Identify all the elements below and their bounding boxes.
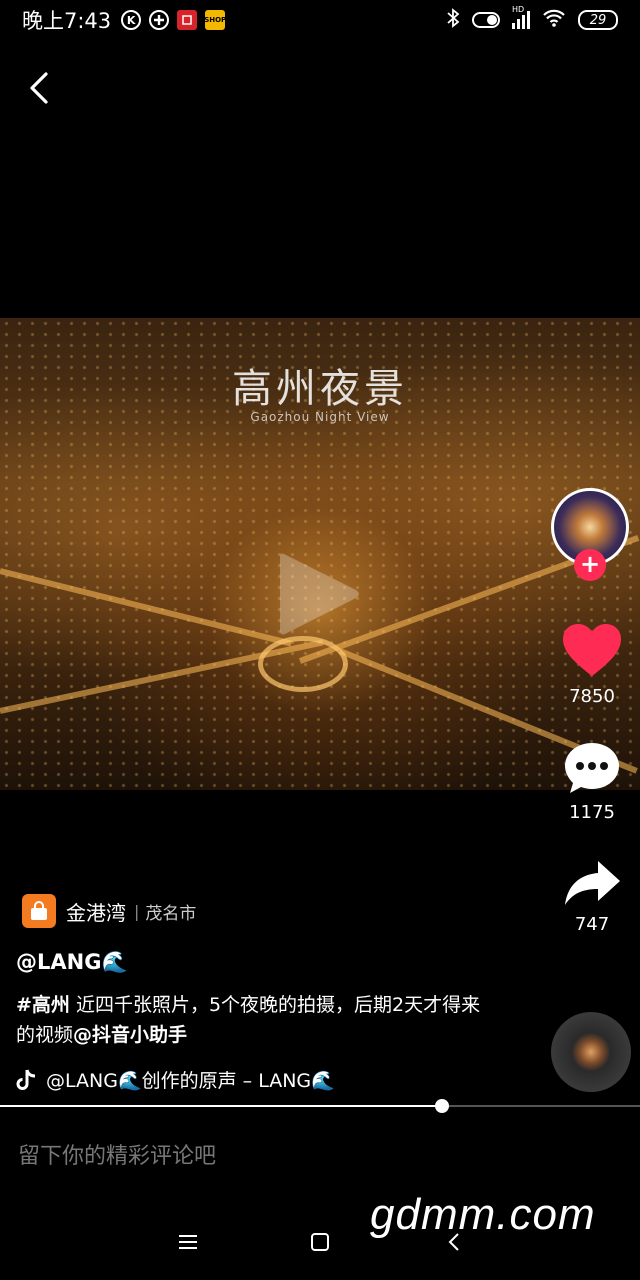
battery-indicator: 29 [578, 10, 618, 30]
home-button[interactable] [300, 1222, 340, 1262]
heart-icon [563, 624, 621, 676]
plus-circle-icon [149, 10, 170, 30]
music-info[interactable]: @LANG🌊创作的原声 – LANG🌊 [16, 1066, 335, 1093]
chevron-left-icon [30, 72, 48, 104]
location-name: 金港湾 [66, 900, 126, 925]
status-bar: 晚上7:43 K SHOP HD 29 [0, 0, 640, 40]
share-button[interactable]: 747 [552, 858, 632, 935]
share-count: 747 [574, 914, 610, 935]
progress-fill [0, 1105, 442, 1107]
k-icon: K [121, 10, 142, 30]
back-button[interactable] [22, 68, 58, 108]
follow-button[interactable]: + [574, 549, 606, 581]
video-subtitle: Gaozhou Night View [250, 410, 390, 424]
hd-label: HD [512, 5, 525, 14]
comment-bubble-icon [565, 743, 619, 793]
video-caption: #高州 近四千张照片，5个夜晚的拍摄，后期2天才得来的视频@抖音小助手 [16, 990, 486, 1050]
play-icon[interactable] [276, 548, 362, 640]
location-separator: | [134, 901, 140, 921]
nav-back-button[interactable] [434, 1222, 474, 1262]
hashtag-link[interactable]: #高州 [16, 994, 70, 1016]
music-title: @LANG🌊创作的原声 – LANG🌊 [46, 1070, 335, 1092]
shopping-bag-icon [22, 894, 56, 928]
mention-link[interactable]: @抖音小助手 [73, 1024, 187, 1046]
app-red-icon [177, 10, 198, 30]
bluetooth-icon [446, 7, 460, 33]
video-player[interactable]: 高州夜景 Gaozhou Night View [0, 318, 640, 790]
video-title: 高州夜景 [232, 366, 408, 412]
progress-knob[interactable] [434, 1099, 449, 1113]
share-arrow-icon [565, 861, 620, 905]
comment-input[interactable] [18, 1138, 618, 1174]
video-progress-bar[interactable] [0, 1099, 640, 1113]
like-button[interactable]: 7850 [552, 622, 632, 707]
tiktok-note-icon [16, 1069, 36, 1090]
location-tag[interactable]: 金港湾 | 茂名市 [22, 894, 196, 928]
chevron-left-icon [448, 1233, 459, 1251]
system-nav-bar [0, 1222, 640, 1262]
music-disc[interactable] [551, 1012, 631, 1092]
author-username[interactable]: @LANG🌊 [16, 950, 128, 975]
menu-button[interactable] [168, 1222, 208, 1262]
comment-count: 1175 [569, 802, 615, 823]
signal-hd-icon: HD [512, 5, 530, 29]
status-time: 晚上7:43 [22, 9, 112, 33]
comment-button[interactable]: 1175 [552, 740, 632, 823]
wifi-icon [542, 8, 566, 32]
like-count: 7850 [569, 686, 615, 707]
square-icon [311, 1233, 329, 1251]
status-notification-icons: K SHOP [121, 10, 226, 30]
menu-icon [179, 1235, 197, 1249]
location-city: 茂名市 [145, 903, 197, 924]
roundabout [258, 636, 348, 692]
status-system-icons: HD 29 [446, 5, 618, 33]
shop-icon: SHOP [204, 10, 226, 30]
toggle-icon [472, 12, 500, 28]
